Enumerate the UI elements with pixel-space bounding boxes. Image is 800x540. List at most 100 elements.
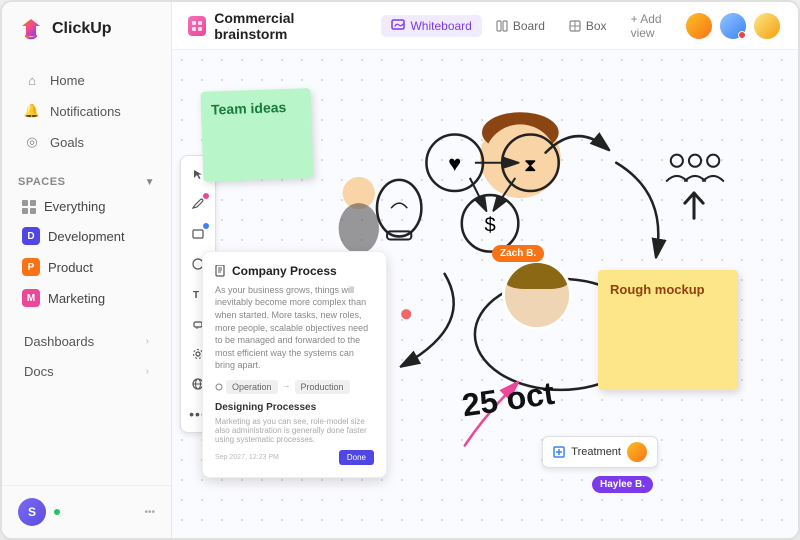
home-icon: ⌂ xyxy=(24,72,40,88)
tag-icon xyxy=(215,383,223,391)
tag-production: Production xyxy=(295,380,350,394)
space-item-development[interactable]: D Development xyxy=(8,221,165,251)
face-top-right xyxy=(480,112,561,198)
bottom-nav: Dashboards › Docs › xyxy=(2,322,171,391)
tab-board-label: Board xyxy=(513,19,545,33)
lightbulb-figure xyxy=(339,177,422,254)
svg-text:$: $ xyxy=(484,214,495,236)
space-development-label: Development xyxy=(48,229,125,244)
person-face-bottom xyxy=(502,260,572,330)
progress-button[interactable]: Done xyxy=(339,450,374,465)
space-item-product[interactable]: P Product xyxy=(8,252,165,282)
svg-text:♥: ♥ xyxy=(448,151,461,176)
app-container: ClickUp ⌂ Home 🔔 Notifications ◎ Goals S… xyxy=(0,0,800,540)
nav-item-dashboards[interactable]: Dashboards › xyxy=(8,327,165,356)
process-card-footer: Marketing as you can see, role-model siz… xyxy=(215,417,374,444)
online-indicator xyxy=(54,509,60,515)
target-icon: ◎ xyxy=(24,134,40,150)
oct-text: 25 oct xyxy=(460,375,557,425)
treatment-icon xyxy=(553,446,565,458)
tab-board[interactable]: Board xyxy=(486,15,555,37)
whiteboard-tab-icon xyxy=(391,19,405,33)
docs-label: Docs xyxy=(24,364,54,379)
process-card-body: As your business grows, things will inev… xyxy=(215,284,374,372)
dollar-node: $ xyxy=(462,195,519,252)
rect-color-dot xyxy=(203,223,209,229)
tab-box[interactable]: Box xyxy=(559,15,617,37)
rect-tool[interactable] xyxy=(186,222,210,246)
hourglass-node: ⧗ xyxy=(502,134,559,191)
add-view-button[interactable]: + Add view xyxy=(621,8,672,44)
board-name: Commercial brainstorm xyxy=(214,10,357,42)
nav-item-home[interactable]: ⌂ Home xyxy=(8,65,165,95)
logo-text: ClickUp xyxy=(52,20,112,38)
zach-badge: Zach B. xyxy=(492,245,544,262)
spaces-label: Spaces xyxy=(18,176,65,188)
board-tab-icon xyxy=(496,20,508,32)
nav-item-goals-label: Goals xyxy=(50,135,84,150)
online-red-dot xyxy=(738,31,746,39)
more-options-icon[interactable]: ••• xyxy=(144,507,155,518)
box-tab-icon xyxy=(569,20,581,32)
svg-text:T: T xyxy=(193,290,199,300)
space-item-marketing[interactable]: M Marketing xyxy=(8,283,165,313)
tab-whiteboard-label: Whiteboard xyxy=(410,19,471,33)
tag-operation: Operation xyxy=(215,380,278,394)
haylee-badge: Haylee B. xyxy=(592,476,653,493)
process-card-title: Company Process xyxy=(215,264,374,278)
space-marketing-label: Marketing xyxy=(48,291,105,306)
tab-box-label: Box xyxy=(586,19,607,33)
docs-chevron-icon: › xyxy=(146,366,149,377)
pen-color-dot xyxy=(203,193,209,199)
treatment-badge[interactable]: Treatment xyxy=(542,436,658,468)
sticky-green-text: Team ideas xyxy=(211,99,287,118)
sticky-note-team-ideas[interactable]: Team ideas xyxy=(200,88,313,182)
pen-tool[interactable] xyxy=(186,192,210,216)
product-dot: P xyxy=(22,258,40,276)
nav-item-notifications[interactable]: 🔔 Notifications xyxy=(8,96,165,126)
collaborator-avatar-3 xyxy=(752,11,782,41)
people-group xyxy=(667,155,724,219)
space-item-everything[interactable]: Everything xyxy=(8,193,165,220)
process-card-bottom: Sep 2027, 12:23 PM Done xyxy=(215,450,374,465)
bell-icon: 🔔 xyxy=(24,103,40,119)
nav-item-docs[interactable]: Docs › xyxy=(8,357,165,386)
tab-whiteboard[interactable]: Whiteboard xyxy=(381,15,481,37)
space-product-label: Product xyxy=(48,260,93,275)
view-tabs: Whiteboard Board Box xyxy=(381,8,672,44)
marketing-dot: M xyxy=(22,289,40,307)
sticky-note-rough-mockup[interactable]: Rough mockup xyxy=(598,270,738,390)
spaces-chevron-icon: ▼ xyxy=(145,177,155,188)
process-doc-icon xyxy=(215,265,227,277)
main-content: Commercial brainstorm Whiteboard Board xyxy=(172,2,798,538)
space-everything-label: Everything xyxy=(44,199,105,214)
spaces-section-header: Spaces ▼ xyxy=(2,166,171,192)
sidebar: ClickUp ⌂ Home 🔔 Notifications ◎ Goals S… xyxy=(2,2,172,538)
board-icon xyxy=(188,16,206,36)
process-date: Sep 2027, 12:23 PM xyxy=(215,454,279,461)
process-card-subtitle: Designing Processes xyxy=(215,402,374,413)
user-avatar[interactable]: S xyxy=(18,498,46,526)
nav-item-home-label: Home xyxy=(50,73,85,88)
nav-item-goals[interactable]: ◎ Goals xyxy=(8,127,165,157)
dashboards-label: Dashboards xyxy=(24,334,94,349)
heart-node: ♥ xyxy=(426,134,483,191)
process-card[interactable]: Company Process As your business grows, … xyxy=(202,251,387,478)
sticky-yellow-text: Rough mockup xyxy=(610,282,705,297)
process-card-tags: Operation → Production xyxy=(215,380,374,394)
development-dot: D xyxy=(22,227,40,245)
svg-text:⧗: ⧗ xyxy=(524,155,537,175)
topbar: Commercial brainstorm Whiteboard Board xyxy=(172,2,798,50)
dashboards-chevron-icon: › xyxy=(146,336,149,347)
logo-area: ClickUp xyxy=(2,2,171,56)
canvas-area[interactable]: T ••• Team ideas xyxy=(172,50,798,538)
arrow-icon: → xyxy=(282,380,291,394)
collaborator-avatar-1 xyxy=(684,11,714,41)
grid-icon xyxy=(22,200,36,214)
collaborators-area xyxy=(684,11,782,41)
sidebar-nav: ⌂ Home 🔔 Notifications ◎ Goals xyxy=(2,56,171,166)
treatment-avatar xyxy=(627,442,647,462)
collaborator-avatar-2 xyxy=(718,11,748,41)
treatment-label: Treatment xyxy=(571,446,621,458)
nav-item-notifications-label: Notifications xyxy=(50,104,121,119)
